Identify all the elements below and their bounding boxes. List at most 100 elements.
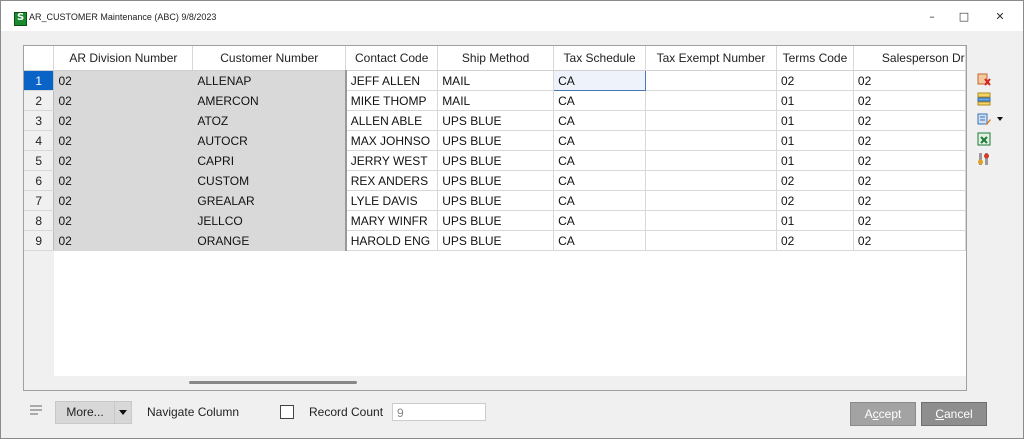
cell-sales[interactable]: 02 bbox=[853, 230, 966, 251]
cell-terms[interactable]: 01 bbox=[776, 90, 854, 111]
cell-customer[interactable]: ORANGE bbox=[192, 230, 347, 251]
settings-tools-icon[interactable] bbox=[977, 152, 991, 166]
cell-terms[interactable]: 02 bbox=[776, 190, 854, 211]
cell-division[interactable]: 02 bbox=[53, 190, 194, 211]
cell-ship[interactable]: MAIL bbox=[437, 70, 555, 91]
cell-sales[interactable]: 02 bbox=[853, 150, 966, 171]
cell-contact[interactable]: MARY WINFR bbox=[345, 210, 439, 231]
table-row[interactable]: 6 02 CUSTOM REX ANDERS UPS BLUE CA 02 02 bbox=[24, 170, 966, 191]
minimize-button[interactable]: – bbox=[918, 7, 946, 27]
cell-customer[interactable]: AUTOCR bbox=[192, 130, 347, 151]
cell-tax[interactable]: CA bbox=[553, 110, 647, 131]
cell-sales[interactable]: 02 bbox=[853, 130, 966, 151]
cell-exempt[interactable] bbox=[645, 90, 777, 111]
cell-sales[interactable]: 02 bbox=[853, 190, 966, 211]
cell-ship[interactable]: UPS BLUE bbox=[437, 170, 555, 191]
cell-exempt[interactable] bbox=[645, 70, 777, 91]
maximize-button[interactable]: □ bbox=[950, 7, 978, 27]
cell-exempt[interactable] bbox=[645, 110, 777, 131]
cell-division[interactable]: 02 bbox=[53, 110, 194, 131]
cell-tax-active[interactable]: CA bbox=[553, 70, 647, 91]
close-button[interactable]: ✕ bbox=[986, 7, 1014, 27]
cell-customer[interactable]: GREALAR bbox=[192, 190, 347, 211]
cell-customer[interactable]: CAPRI bbox=[192, 150, 347, 171]
cell-contact[interactable]: REX ANDERS bbox=[345, 170, 439, 191]
cell-exempt[interactable] bbox=[645, 210, 777, 231]
record-count-checkbox[interactable] bbox=[280, 405, 294, 419]
cell-sales[interactable]: 02 bbox=[853, 110, 966, 131]
row-number[interactable]: 2 bbox=[24, 90, 55, 111]
cell-tax[interactable]: CA bbox=[553, 210, 647, 231]
cell-terms[interactable]: 01 bbox=[776, 210, 854, 231]
cell-terms[interactable]: 01 bbox=[776, 150, 854, 171]
table-row[interactable]: 1 02 ALLENAP JEFF ALLEN MAIL CA 02 02 bbox=[24, 70, 966, 91]
cell-sales[interactable]: 02 bbox=[853, 70, 966, 91]
cell-terms[interactable]: 02 bbox=[776, 170, 854, 191]
cell-tax[interactable]: CA bbox=[553, 150, 647, 171]
cell-tax[interactable]: CA bbox=[553, 230, 647, 251]
cell-ship[interactable]: UPS BLUE bbox=[437, 190, 555, 211]
cell-contact[interactable]: ALLEN ABLE bbox=[345, 110, 439, 131]
column-header-ship-method[interactable]: Ship Method bbox=[437, 46, 555, 71]
horizontal-scrollbar[interactable] bbox=[24, 376, 966, 390]
cell-sales[interactable]: 02 bbox=[853, 90, 966, 111]
column-header-contact-code[interactable]: Contact Code bbox=[345, 46, 439, 71]
column-header-customer-number[interactable]: Customer Number bbox=[192, 46, 347, 71]
cell-customer[interactable]: AMERCON bbox=[192, 90, 347, 111]
customer-grid[interactable]: AR Division Number Customer Number Conta… bbox=[23, 45, 967, 391]
cell-division[interactable]: 02 bbox=[53, 230, 194, 251]
table-row[interactable]: 3 02 ATOZ ALLEN ABLE UPS BLUE CA 01 02 bbox=[24, 110, 966, 131]
cell-sales[interactable]: 02 bbox=[853, 210, 966, 231]
cell-terms[interactable]: 02 bbox=[776, 70, 854, 91]
table-row[interactable]: 7 02 GREALAR LYLE DAVIS UPS BLUE CA 02 0… bbox=[24, 190, 966, 211]
edit-dropdown-icon[interactable] bbox=[977, 112, 1003, 126]
cell-tax[interactable]: CA bbox=[553, 170, 647, 191]
cell-contact[interactable]: MIKE THOMP bbox=[345, 90, 439, 111]
cell-ship[interactable]: UPS BLUE bbox=[437, 150, 555, 171]
cancel-button[interactable]: Cancel bbox=[921, 402, 987, 426]
cell-division[interactable]: 02 bbox=[53, 150, 194, 171]
cell-customer[interactable]: JELLCO bbox=[192, 210, 347, 231]
cell-ship[interactable]: UPS BLUE bbox=[437, 210, 555, 231]
cell-division[interactable]: 02 bbox=[53, 90, 194, 111]
row-number[interactable]: 3 bbox=[24, 110, 55, 131]
table-row[interactable]: 2 02 AMERCON MIKE THOMP MAIL CA 01 02 bbox=[24, 90, 966, 111]
accept-button[interactable]: Accept bbox=[850, 402, 916, 426]
cell-ship[interactable]: MAIL bbox=[437, 90, 555, 111]
cell-ship[interactable]: UPS BLUE bbox=[437, 230, 555, 251]
cell-exempt[interactable] bbox=[645, 230, 777, 251]
cell-ship[interactable]: UPS BLUE bbox=[437, 130, 555, 151]
cell-terms[interactable]: 01 bbox=[776, 130, 854, 151]
cell-division[interactable]: 02 bbox=[53, 70, 194, 91]
cell-tax[interactable]: CA bbox=[553, 130, 647, 151]
column-header-terms-code[interactable]: Terms Code bbox=[776, 46, 854, 71]
column-header-tax-schedule[interactable]: Tax Schedule bbox=[553, 46, 647, 71]
cell-customer[interactable]: ATOZ bbox=[192, 110, 347, 131]
cell-contact[interactable]: HAROLD ENG bbox=[345, 230, 439, 251]
column-header-tax-exempt-number[interactable]: Tax Exempt Number bbox=[645, 46, 777, 71]
more-button[interactable]: More... bbox=[55, 401, 115, 424]
table-row[interactable]: 4 02 AUTOCR MAX JOHNSO UPS BLUE CA 01 02 bbox=[24, 130, 966, 151]
row-number[interactable]: 9 bbox=[24, 230, 55, 251]
cell-division[interactable]: 02 bbox=[53, 130, 194, 151]
grid-options-icon[interactable] bbox=[30, 404, 42, 416]
cell-exempt[interactable] bbox=[645, 170, 777, 191]
table-row[interactable]: 5 02 CAPRI JERRY WEST UPS BLUE CA 01 02 bbox=[24, 150, 966, 171]
cell-terms[interactable]: 01 bbox=[776, 110, 854, 131]
more-dropdown-arrow-icon[interactable] bbox=[114, 401, 132, 424]
cell-exempt[interactable] bbox=[645, 190, 777, 211]
cell-exempt[interactable] bbox=[645, 150, 777, 171]
cell-contact[interactable]: LYLE DAVIS bbox=[345, 190, 439, 211]
row-number[interactable]: 5 bbox=[24, 150, 55, 171]
row-number[interactable]: 8 bbox=[24, 210, 55, 231]
scrollbar-thumb[interactable] bbox=[189, 381, 357, 384]
row-number[interactable]: 1 bbox=[24, 70, 55, 91]
cell-division[interactable]: 02 bbox=[53, 210, 194, 231]
delete-row-icon[interactable] bbox=[977, 72, 991, 86]
cell-ship[interactable]: UPS BLUE bbox=[437, 110, 555, 131]
cell-division[interactable]: 02 bbox=[53, 170, 194, 191]
row-number[interactable]: 4 bbox=[24, 130, 55, 151]
cell-terms[interactable]: 02 bbox=[776, 230, 854, 251]
column-header-ar-division[interactable]: AR Division Number bbox=[53, 46, 194, 71]
cell-contact[interactable]: JERRY WEST bbox=[345, 150, 439, 171]
